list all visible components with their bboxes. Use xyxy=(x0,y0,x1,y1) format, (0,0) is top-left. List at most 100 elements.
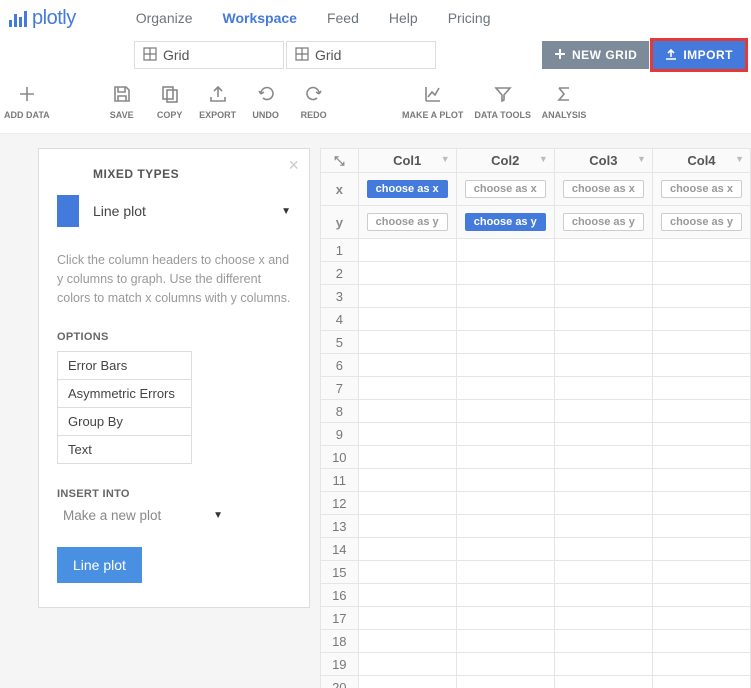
choose-x-button[interactable]: choose as x xyxy=(661,180,742,198)
grid-cell[interactable] xyxy=(358,561,456,584)
grid-cell[interactable] xyxy=(652,423,750,446)
grid-cell[interactable] xyxy=(554,653,652,676)
choose-y-button[interactable]: choose as y xyxy=(465,213,546,231)
insert-into-select[interactable]: Make a new plot ▼ xyxy=(63,508,223,523)
grid-cell[interactable] xyxy=(456,653,554,676)
grid-cell[interactable] xyxy=(358,331,456,354)
grid-cell[interactable] xyxy=(554,423,652,446)
workspace-tab[interactable]: Grid xyxy=(134,41,284,69)
grid-cell[interactable] xyxy=(456,285,554,308)
grid-cell[interactable] xyxy=(554,400,652,423)
column-header[interactable]: Col3▼ xyxy=(554,149,652,173)
choose-x-button[interactable]: choose as x xyxy=(367,180,448,198)
brand-logo[interactable]: plotly xyxy=(8,7,76,30)
grid-cell[interactable] xyxy=(652,515,750,538)
grid-cell[interactable] xyxy=(358,515,456,538)
create-plot-button[interactable]: Line plot xyxy=(57,547,142,583)
grid-cell[interactable] xyxy=(554,262,652,285)
grid-cell[interactable] xyxy=(456,377,554,400)
grid-corner[interactable]: ⤡ xyxy=(321,149,359,173)
grid-cell[interactable] xyxy=(554,630,652,653)
choose-y-button[interactable]: choose as y xyxy=(563,213,644,231)
row-number[interactable]: 20 xyxy=(321,676,359,688)
row-number[interactable]: 2 xyxy=(321,262,359,285)
grid-cell[interactable] xyxy=(652,492,750,515)
grid-cell[interactable] xyxy=(554,492,652,515)
grid-cell[interactable] xyxy=(358,446,456,469)
row-number[interactable]: 4 xyxy=(321,308,359,331)
row-number[interactable]: 1 xyxy=(321,239,359,262)
grid-cell[interactable] xyxy=(358,377,456,400)
grid-cell[interactable] xyxy=(456,607,554,630)
grid-cell[interactable] xyxy=(358,607,456,630)
grid-cell[interactable] xyxy=(456,308,554,331)
grid-cell[interactable] xyxy=(652,239,750,262)
grid-cell[interactable] xyxy=(652,354,750,377)
option-group-by[interactable]: Group By xyxy=(58,408,191,436)
row-number[interactable]: 7 xyxy=(321,377,359,400)
grid-cell[interactable] xyxy=(456,676,554,688)
grid-cell[interactable] xyxy=(456,469,554,492)
grid-cell[interactable] xyxy=(554,446,652,469)
grid-cell[interactable] xyxy=(652,676,750,688)
grid-cell[interactable] xyxy=(456,492,554,515)
row-number[interactable]: 9 xyxy=(321,423,359,446)
grid-cell[interactable] xyxy=(554,308,652,331)
save-button[interactable]: SAVE xyxy=(98,78,146,120)
grid-cell[interactable] xyxy=(456,561,554,584)
option-asymmetric-errors[interactable]: Asymmetric Errors xyxy=(58,380,191,408)
grid-cell[interactable] xyxy=(652,262,750,285)
row-number[interactable]: 17 xyxy=(321,607,359,630)
grid-cell[interactable] xyxy=(456,239,554,262)
grid-cell[interactable] xyxy=(652,469,750,492)
grid-cell[interactable] xyxy=(554,515,652,538)
grid-cell[interactable] xyxy=(358,653,456,676)
choose-y-button[interactable]: choose as y xyxy=(367,213,448,231)
grid-cell[interactable] xyxy=(456,515,554,538)
grid-cell[interactable] xyxy=(652,561,750,584)
grid-cell[interactable] xyxy=(554,561,652,584)
nav-help[interactable]: Help xyxy=(389,10,418,26)
grid-cell[interactable] xyxy=(358,400,456,423)
grid-cell[interactable] xyxy=(358,676,456,688)
grid-cell[interactable] xyxy=(652,377,750,400)
plot-type-select[interactable]: Line plot ▼ xyxy=(57,195,291,227)
row-number[interactable]: 14 xyxy=(321,538,359,561)
grid-cell[interactable] xyxy=(554,538,652,561)
row-number[interactable]: 10 xyxy=(321,446,359,469)
grid-cell[interactable] xyxy=(652,607,750,630)
new-grid-button[interactable]: NEW GRID xyxy=(542,41,649,69)
row-number[interactable]: 16 xyxy=(321,584,359,607)
row-number[interactable]: 15 xyxy=(321,561,359,584)
grid-cell[interactable] xyxy=(652,446,750,469)
grid-cell[interactable] xyxy=(554,469,652,492)
add-data-button[interactable]: ADD DATA xyxy=(0,78,54,120)
row-number[interactable]: 3 xyxy=(321,285,359,308)
grid-cell[interactable] xyxy=(456,423,554,446)
grid-cell[interactable] xyxy=(652,285,750,308)
grid-cell[interactable] xyxy=(554,584,652,607)
grid-cell[interactable] xyxy=(554,239,652,262)
import-button[interactable]: IMPORT xyxy=(653,41,745,69)
option-error-bars[interactable]: Error Bars xyxy=(58,352,191,380)
make-a-plot-button[interactable]: MAKE A PLOT xyxy=(398,78,468,120)
undo-button[interactable]: UNDO xyxy=(242,78,290,120)
close-icon[interactable]: × xyxy=(288,155,299,176)
grid-cell[interactable] xyxy=(456,354,554,377)
grid-cell[interactable] xyxy=(652,400,750,423)
grid-cell[interactable] xyxy=(652,331,750,354)
grid-cell[interactable] xyxy=(358,584,456,607)
grid-cell[interactable] xyxy=(358,285,456,308)
grid-cell[interactable] xyxy=(358,354,456,377)
analysis-button[interactable]: ANALYSIS xyxy=(538,78,591,120)
grid-cell[interactable] xyxy=(652,630,750,653)
row-number[interactable]: 13 xyxy=(321,515,359,538)
grid-cell[interactable] xyxy=(456,400,554,423)
grid-cell[interactable] xyxy=(456,630,554,653)
grid-cell[interactable] xyxy=(358,469,456,492)
redo-button[interactable]: REDO xyxy=(290,78,338,120)
grid-cell[interactable] xyxy=(554,285,652,308)
grid-cell[interactable] xyxy=(554,676,652,688)
grid-cell[interactable] xyxy=(358,492,456,515)
grid-cell[interactable] xyxy=(652,653,750,676)
